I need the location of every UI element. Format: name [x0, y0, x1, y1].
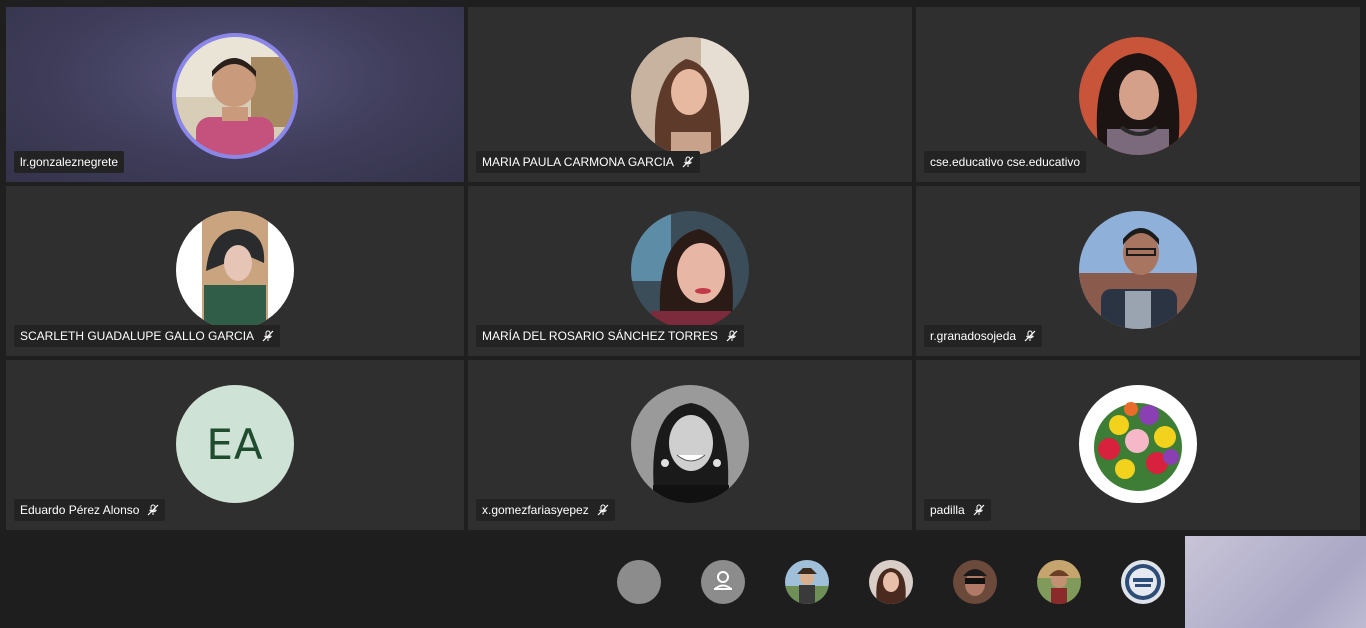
- participant-initials-avatar: EA: [176, 385, 294, 503]
- mic-off-icon: [147, 504, 159, 516]
- participant-name: Eduardo Pérez Alonso: [20, 503, 140, 517]
- participant-avatar: [1079, 211, 1197, 329]
- participant-tile[interactable]: MARÍA DEL ROSARIO SÁNCHEZ TORRES: [468, 186, 912, 356]
- photo-avatar[interactable]: [785, 560, 829, 604]
- participant-name: MARÍA DEL ROSARIO SÁNCHEZ TORRES: [482, 329, 718, 343]
- participant-tile[interactable]: MARIA PAULA CARMONA GARCIA: [468, 7, 912, 182]
- mic-off-icon: [262, 330, 274, 342]
- participant-tile[interactable]: x.gomezfariasyepez: [468, 360, 912, 530]
- participant-avatar: [631, 385, 749, 503]
- participant-avatar: [1079, 37, 1197, 155]
- participant-name: lr.gonzaleznegrete: [20, 155, 119, 169]
- participant-tile[interactable]: r.granadosojeda: [916, 186, 1360, 356]
- mic-off-icon: [597, 504, 609, 516]
- participant-name: padilla: [930, 503, 965, 517]
- participant-name-tag: padilla: [924, 499, 991, 521]
- participant-avatar: [1079, 385, 1197, 503]
- participant-name-tag: cse.educativo cse.educativo: [924, 151, 1087, 173]
- video-grid: lr.gonzaleznegrete MARIA PAULA CARMONA G…: [0, 0, 1366, 533]
- photo-avatar[interactable]: [869, 560, 913, 604]
- logo-avatar[interactable]: [1121, 560, 1165, 604]
- blank-avatar-icon[interactable]: [617, 560, 661, 604]
- participant-name: SCARLETH GUADALUPE GALLO GARCIA: [20, 329, 255, 343]
- person-avatar-icon[interactable]: [701, 560, 745, 604]
- photo-avatar[interactable]: [953, 560, 997, 604]
- participant-tile[interactable]: EA Eduardo Pérez Alonso: [6, 360, 464, 530]
- participant-avatar: [176, 37, 294, 155]
- participant-tile[interactable]: padilla: [916, 360, 1360, 530]
- participant-name-tag: x.gomezfariasyepez: [476, 499, 615, 521]
- participant-name-tag: lr.gonzaleznegrete: [14, 151, 125, 173]
- participant-name-tag: MARIA PAULA CARMONA GARCIA: [476, 151, 700, 173]
- participant-name-tag: SCARLETH GUADALUPE GALLO GARCIA: [14, 325, 281, 347]
- participant-name: r.granadosojeda: [930, 329, 1017, 343]
- participant-avatar: [631, 211, 749, 329]
- participant-name: x.gomezfariasyepez: [482, 503, 589, 517]
- participant-name: MARIA PAULA CARMONA GARCIA: [482, 155, 674, 169]
- mic-off-icon: [726, 330, 738, 342]
- participant-tile[interactable]: lr.gonzaleznegrete: [6, 7, 464, 182]
- self-view-preview[interactable]: [1185, 536, 1366, 628]
- mic-off-icon: [682, 156, 694, 168]
- participant-name: cse.educativo cse.educativo: [930, 155, 1081, 169]
- photo-avatar[interactable]: [1037, 560, 1081, 604]
- participant-name-tag: Eduardo Pérez Alonso: [14, 499, 166, 521]
- participant-avatar: [176, 211, 294, 329]
- participant-tile[interactable]: cse.educativo cse.educativo: [916, 7, 1360, 182]
- participant-avatar: [631, 37, 749, 155]
- mic-off-icon: [1024, 330, 1036, 342]
- mic-off-icon: [973, 504, 985, 516]
- participant-tile[interactable]: SCARLETH GUADALUPE GALLO GARCIA: [6, 186, 464, 356]
- participant-name-tag: MARÍA DEL ROSARIO SÁNCHEZ TORRES: [476, 325, 744, 347]
- participant-name-tag: r.granadosojeda: [924, 325, 1043, 347]
